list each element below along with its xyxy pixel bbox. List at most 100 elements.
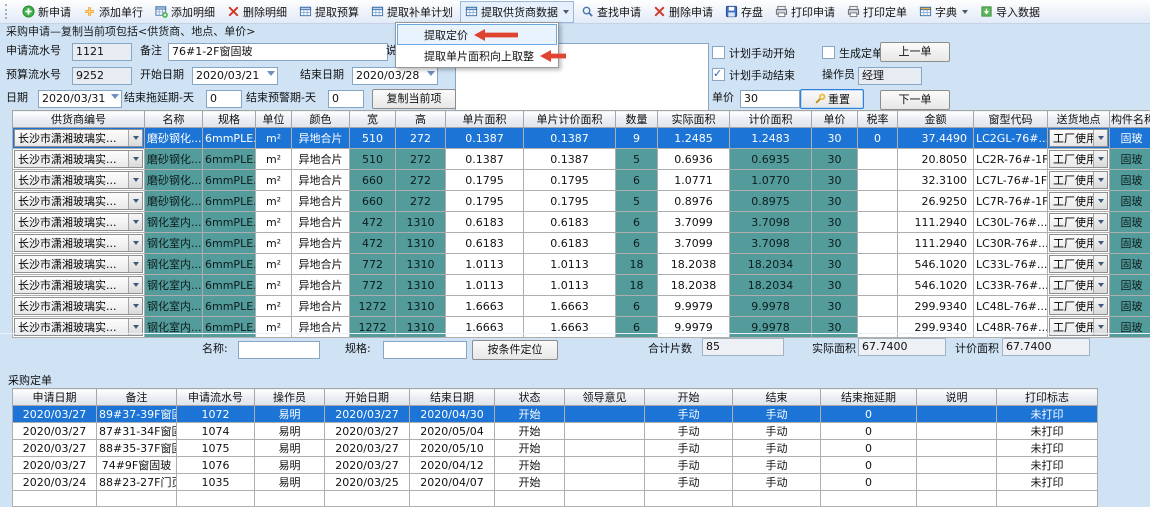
order-row[interactable]: 2020/03/2787#31-34F窗固玻1074易明2020/03/2720…	[13, 423, 1098, 440]
delivery-combo[interactable]: 工厂使用	[1049, 192, 1108, 210]
chevron-down-icon[interactable]	[1093, 130, 1107, 146]
next-order-button[interactable]: 下一单	[880, 90, 950, 110]
checkbox-checked-icon[interactable]	[712, 68, 725, 81]
chevron-down-icon[interactable]	[1093, 235, 1107, 251]
chevron-down-icon[interactable]	[962, 10, 968, 14]
toolbar-button-print[interactable]: 打印定单	[842, 1, 912, 23]
checkbox-icon[interactable]	[712, 46, 725, 59]
chevron-down-icon[interactable]	[563, 10, 569, 14]
warn-input[interactable]: 0	[328, 90, 364, 108]
delivery-combo[interactable]: 工厂使用	[1049, 150, 1108, 168]
order-row[interactable]: 2020/03/2788#35-37F窗固玻1075易明2020/03/2720…	[13, 440, 1098, 457]
combo-value: 长沙市潇湘玻璃实...	[15, 235, 128, 251]
items-row[interactable]: 长沙市潇湘玻璃实...钢化室内...6mmPLE...m²异地合片4721310…	[13, 233, 1150, 254]
items-row[interactable]: 长沙市潇湘玻璃实...钢化室内...6mmPLE...m²异地合片1272131…	[13, 296, 1150, 317]
chevron-down-icon[interactable]	[128, 193, 142, 209]
chevron-down-icon[interactable]	[128, 298, 142, 314]
toolbar-button-extract[interactable]: 提取补单计划	[366, 1, 458, 23]
menu-item-extract-pricing[interactable]: 提取定价	[397, 24, 557, 45]
delay-input[interactable]: 0	[206, 90, 242, 108]
items-row[interactable]: 长沙市潇湘玻璃实...磨砂钢化...6mmPLE...m²异地合片5102720…	[13, 149, 1150, 170]
items-row[interactable]: 长沙市潇湘玻璃实...钢化室内...6mmPLE...m²异地合片1272131…	[13, 317, 1150, 338]
serial-field[interactable]: 1121	[72, 43, 132, 61]
chevron-down-icon[interactable]	[267, 71, 275, 76]
supplier-combo[interactable]: 长沙市潇湘玻璃实...	[14, 297, 143, 315]
toolbar-button-delete[interactable]: 删除明细	[222, 1, 292, 23]
end-date-select[interactable]: 2020/03/28	[352, 67, 438, 85]
manual-start-checkbox[interactable]: 计划手动开始	[712, 44, 795, 62]
items-row[interactable]: 长沙市潇湘玻璃实...钢化室内...6mmPLE...m²异地合片7721310…	[13, 275, 1150, 296]
supplier-combo[interactable]: 长沙市潇湘玻璃实...	[14, 276, 143, 294]
toolbar-button-import[interactable]: 导入数据	[975, 1, 1045, 23]
chevron-down-icon[interactable]	[128, 130, 142, 146]
delivery-combo[interactable]: 工厂使用	[1049, 276, 1108, 294]
toolbar-button-search[interactable]: 查找申请	[576, 1, 646, 23]
toolbar-button-delete[interactable]: 删除申请	[648, 1, 718, 23]
chevron-down-icon[interactable]	[427, 71, 435, 76]
chevron-down-icon[interactable]	[128, 256, 142, 272]
items-row[interactable]: 长沙市潇湘玻璃实...钢化室内...6mmPLE...m²异地合片7721310…	[13, 254, 1150, 275]
toolbar-button-save[interactable]: 存盘	[720, 1, 768, 23]
toolbar-button-add-row[interactable]: 添加单行	[78, 1, 148, 23]
items-row[interactable]: 长沙市潇湘玻璃实...磨砂钢化...6mmPLE...m²异地合片6602720…	[13, 170, 1150, 191]
column-header: 结束日期	[410, 389, 495, 406]
supplier-combo[interactable]: 长沙市潇湘玻璃实...	[14, 255, 143, 273]
manual-end-checkbox[interactable]: 计划手动结束	[712, 66, 795, 84]
chevron-down-icon[interactable]	[1093, 256, 1107, 272]
copy-current-button[interactable]: 复制当前项	[372, 89, 456, 109]
toolbar-button-dictionary[interactable]: 字典	[914, 1, 973, 23]
toolbar-button-extract[interactable]: 提取预算	[294, 1, 364, 23]
table-cell: 1.2485	[658, 128, 730, 149]
toolbar-button-add-detail[interactable]: 添加明细	[150, 1, 220, 23]
toolbar-button-extract[interactable]: 提取供货商数据	[460, 1, 574, 23]
chevron-down-icon[interactable]	[128, 235, 142, 251]
locate-button[interactable]: 按条件定位	[472, 340, 558, 360]
chevron-down-icon[interactable]	[128, 277, 142, 293]
chevron-down-icon[interactable]	[1093, 277, 1107, 293]
items-row[interactable]: 长沙市潇湘玻璃实...磨砂钢化...6mmPLE...m²异地合片6602720…	[13, 191, 1150, 212]
delivery-combo[interactable]: 工厂使用	[1049, 255, 1108, 273]
supplier-combo[interactable]: 长沙市潇湘玻璃实...	[14, 129, 143, 147]
items-row[interactable]: 长沙市潇湘玻璃实...磨砂钢化...6mmPLE...m²异地合片5102720…	[13, 128, 1150, 149]
operator-field[interactable]: 经理	[858, 67, 922, 85]
start-date-select[interactable]: 2020/03/21	[192, 67, 278, 85]
supplier-combo[interactable]: 长沙市潇湘玻璃实...	[14, 192, 143, 210]
items-row[interactable]: 长沙市潇湘玻璃实...钢化室内...6mmPLE...m²异地合片4721310…	[13, 212, 1150, 233]
delivery-combo[interactable]: 工厂使用	[1049, 171, 1108, 189]
order-row[interactable]: 2020/03/2789#37-39F窗固玻1072易明2020/03/2720…	[13, 406, 1098, 423]
gen-order-checkbox[interactable]: 生成定单	[822, 44, 883, 62]
chevron-down-icon[interactable]	[111, 94, 119, 99]
unit-price-input[interactable]: 30	[740, 90, 800, 108]
supplier-combo[interactable]: 长沙市潇湘玻璃实...	[14, 150, 143, 168]
table-cell: 1.6663	[524, 296, 616, 317]
delivery-combo[interactable]: 工厂使用	[1049, 234, 1108, 252]
date-select[interactable]: 2020/03/31	[38, 90, 122, 108]
checkbox-icon[interactable]	[822, 46, 835, 59]
delivery-combo[interactable]: 工厂使用	[1049, 129, 1108, 147]
chevron-down-icon[interactable]	[1093, 151, 1107, 167]
chevron-down-icon[interactable]	[128, 172, 142, 188]
chevron-down-icon[interactable]	[1093, 193, 1107, 209]
delivery-combo[interactable]: 工厂使用	[1049, 213, 1108, 231]
chevron-down-icon[interactable]	[128, 214, 142, 230]
filter-name-input[interactable]	[238, 341, 320, 359]
reset-button[interactable]: 重置	[800, 89, 864, 109]
filter-spec-input[interactable]	[383, 341, 467, 359]
order-row[interactable]: 2020/03/2774#9F窗固玻1076易明2020/03/272020/0…	[13, 457, 1098, 474]
toolbar-button-new[interactable]: 新申请	[17, 1, 76, 23]
chevron-down-icon[interactable]	[1093, 214, 1107, 230]
table-cell	[565, 423, 645, 440]
supplier-combo[interactable]: 长沙市潇湘玻璃实...	[14, 171, 143, 189]
chevron-down-icon[interactable]	[1093, 298, 1107, 314]
budget-field[interactable]: 9252	[72, 67, 132, 85]
delivery-combo[interactable]: 工厂使用	[1049, 297, 1108, 315]
order-row[interactable]: 2020/03/2488#23-27F门页玻1035易明2020/03/2520…	[13, 474, 1098, 491]
supplier-combo[interactable]: 长沙市潇湘玻璃实...	[14, 213, 143, 231]
toolbar-button-print[interactable]: 打印申请	[770, 1, 840, 23]
remark-input[interactable]: 76#1-2F窗固玻	[168, 43, 388, 61]
chevron-down-icon[interactable]	[1093, 172, 1107, 188]
supplier-combo[interactable]: 长沙市潇湘玻璃实...	[14, 234, 143, 252]
prev-order-button[interactable]: 上一单	[880, 42, 950, 62]
menu-item-extract-area-roundup[interactable]: 提取单片面积向上取整	[397, 45, 557, 66]
chevron-down-icon[interactable]	[128, 151, 142, 167]
